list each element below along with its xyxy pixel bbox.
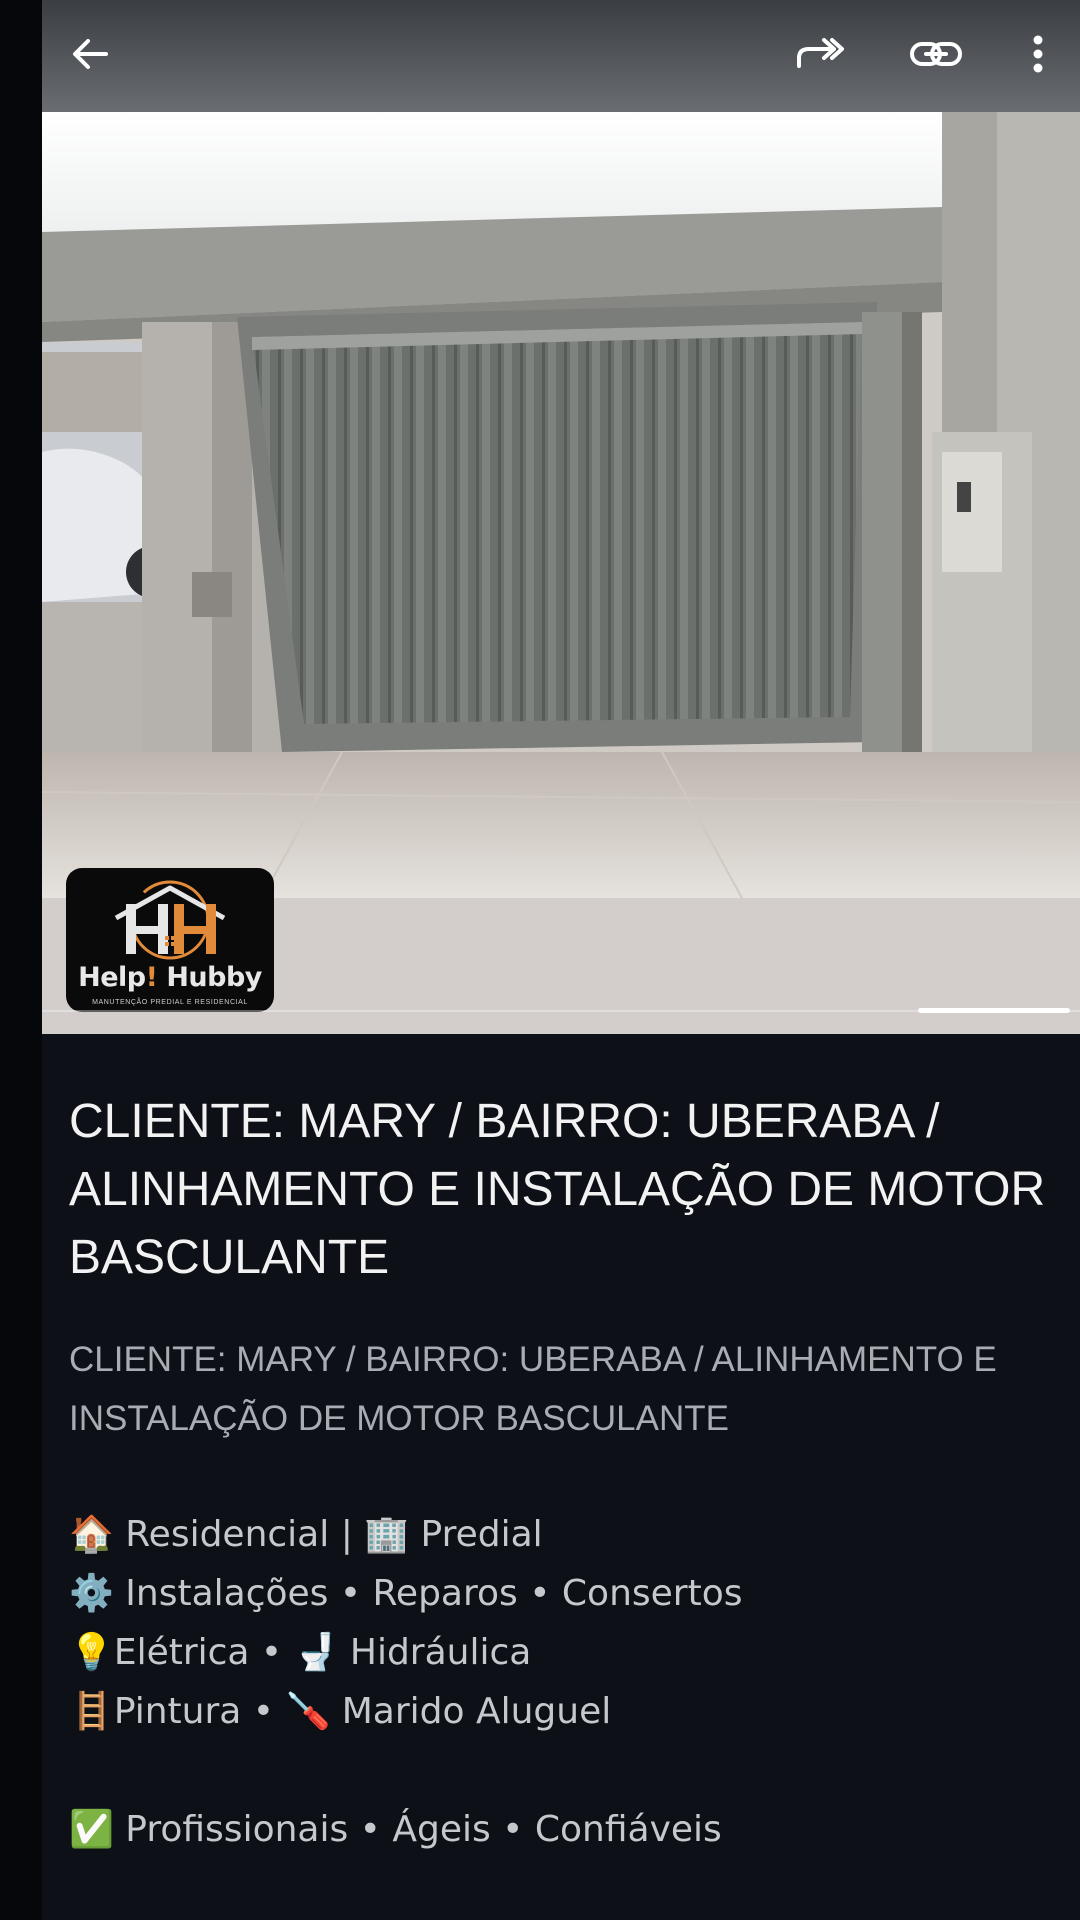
service-line-trades: 💡Elétrica • 🚽 Hidráulica bbox=[69, 1632, 532, 1673]
media-carousel[interactable]: Help! Hubby MANUTENÇÃO PREDIAL E RESIDEN… bbox=[42, 112, 1080, 1034]
more-options-button[interactable] bbox=[998, 16, 1078, 96]
service-line-extra: 🪜Pintura • 🪛 Marido Aluguel bbox=[69, 1691, 612, 1732]
house-hh-logo-mark bbox=[114, 880, 226, 960]
more-vertical-icon bbox=[1028, 32, 1048, 81]
help-hubby-logo: Help! Hubby MANUTENÇÃO PREDIAL E RESIDEN… bbox=[66, 868, 274, 1012]
garage-gate-photo bbox=[42, 112, 1080, 898]
forward-button[interactable] bbox=[780, 16, 860, 96]
service-line-types: ⚙️ Instalações • Reparos • Consertos bbox=[69, 1573, 743, 1614]
post-title: CLIENTE: MARY / BAIRRO: UBERABA / ALINHA… bbox=[69, 1095, 1046, 1284]
share-forward-icon bbox=[793, 32, 847, 81]
logo-tagline: MANUTENÇÃO PREDIAL E RESIDENCIAL bbox=[92, 999, 248, 1006]
top-toolbar bbox=[42, 0, 1080, 112]
qualities-line: ✅ Profissionais • Ágeis • Confiáveis bbox=[69, 1809, 722, 1850]
arrow-left-icon bbox=[68, 32, 112, 81]
copy-link-button[interactable] bbox=[896, 16, 976, 96]
back-button[interactable] bbox=[50, 16, 130, 96]
services-list: 🏠 Residencial | 🏢 Predial ⚙️ Instalações… bbox=[69, 1505, 1069, 1741]
post-subtitle: CLIENTE: MARY / BAIRRO: UBERABA / ALINHA… bbox=[69, 1340, 997, 1438]
left-edge-strip bbox=[0, 0, 42, 1920]
logo-wordmark: Help! Hubby bbox=[78, 962, 262, 993]
service-line-category: 🏠 Residencial | 🏢 Predial bbox=[69, 1514, 543, 1555]
link-icon bbox=[909, 32, 963, 81]
post-detail-panel: Help! Hubby MANUTENÇÃO PREDIAL E RESIDEN… bbox=[42, 0, 1080, 1920]
carousel-position-indicator[interactable] bbox=[918, 1008, 1070, 1013]
